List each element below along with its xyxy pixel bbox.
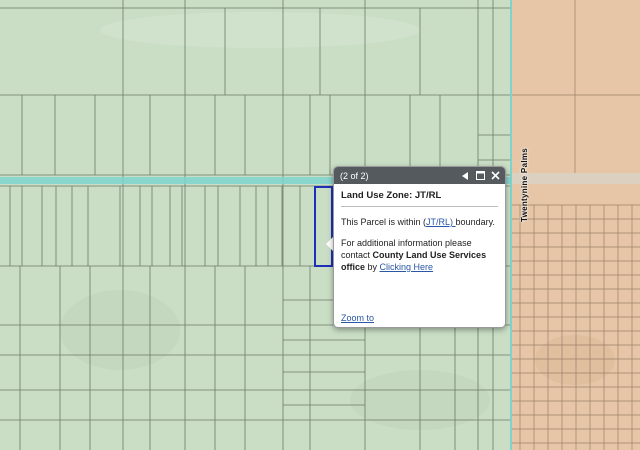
parcel-text-suffix: boundary. bbox=[455, 217, 495, 227]
popup-count: (2 of 2) bbox=[340, 170, 369, 181]
popup-header: (2 of 2) bbox=[334, 167, 505, 184]
contact-text: For additional information please contac… bbox=[341, 237, 498, 273]
clicking-here-link[interactable]: Clicking Here bbox=[380, 262, 434, 272]
popup-body: Land Use Zone: JT/RL This Parcel is with… bbox=[334, 184, 505, 323]
parcel-text-prefix: This Parcel is within ( bbox=[341, 217, 427, 227]
popup-title: Land Use Zone: JT/RL bbox=[341, 190, 498, 207]
close-icon[interactable] bbox=[489, 169, 501, 183]
parcel-zone-text: This Parcel is within (JT/RL) boundary. bbox=[341, 216, 498, 228]
triangle-left-icon[interactable] bbox=[459, 169, 471, 183]
info-popup: (2 of 2) Land Use Zone: JT/RL This Parce… bbox=[333, 166, 506, 328]
road-tan-segment bbox=[512, 173, 640, 184]
map-canvas[interactable] bbox=[0, 0, 640, 450]
contact-text-middle: by bbox=[365, 262, 380, 272]
maximize-icon[interactable] bbox=[474, 169, 486, 183]
zoom-to-link[interactable]: Zoom to bbox=[341, 313, 374, 323]
zone-link[interactable]: JT/RL) bbox=[426, 217, 456, 227]
road-label: Twentynine Palms bbox=[520, 147, 529, 222]
